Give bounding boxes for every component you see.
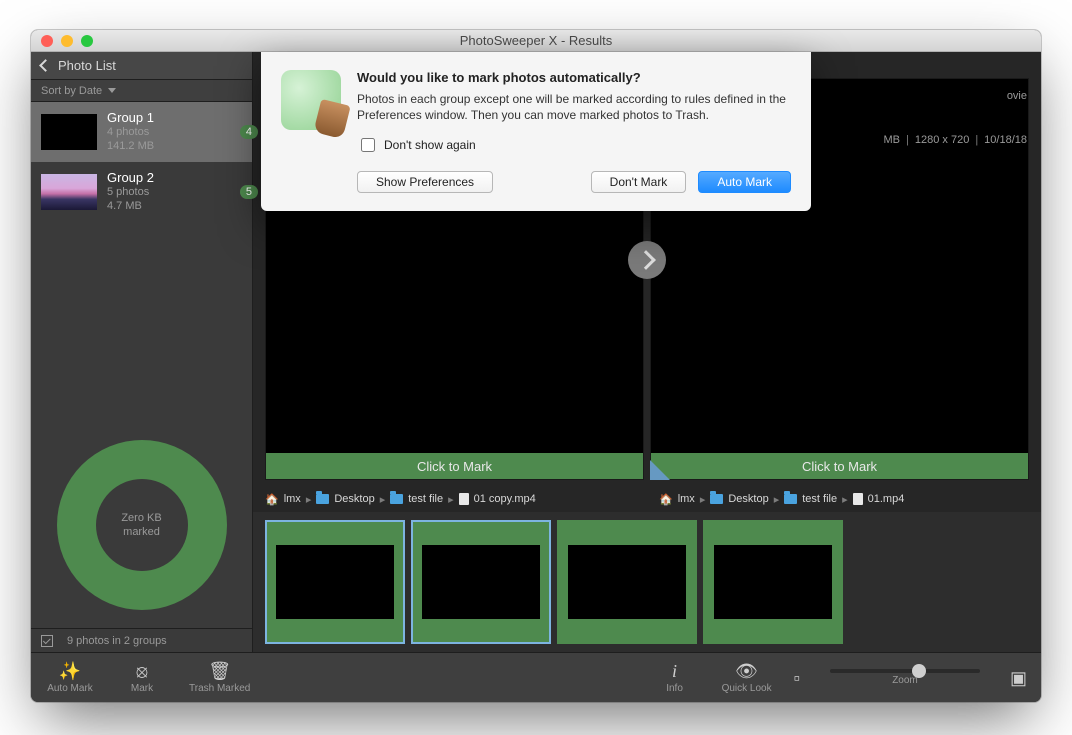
group-size: 141.2 MB xyxy=(107,140,154,154)
thumbnail[interactable] xyxy=(411,520,551,644)
dialog-message: Photos in each group except one will be … xyxy=(357,91,791,123)
mark-icon: ⦻ xyxy=(136,661,148,681)
folder-icon xyxy=(784,494,797,504)
separator-icon: ▸ xyxy=(700,493,706,506)
auto-mark-dialog: Would you like to mark photos automatica… xyxy=(261,52,811,211)
meta-dimensions: 1280 x 720 xyxy=(915,134,969,146)
path-seg: Desktop xyxy=(334,493,374,505)
group-size: 4.7 MB xyxy=(107,200,154,214)
separator-icon: ▸ xyxy=(380,493,386,506)
path-left[interactable]: 🏠 lmx ▸ Desktop ▸ test file ▸ 01 copy.mp… xyxy=(253,486,647,512)
thumbnail[interactable] xyxy=(557,520,697,644)
marked-size-donut: Zero KB marked xyxy=(57,440,227,610)
chevron-down-icon xyxy=(108,88,116,93)
app-window: PhotoSweeper X - Results Photo List Sort… xyxy=(31,30,1041,702)
sidebar: Photo List Sort by Date Group 1 4 photos… xyxy=(31,52,253,652)
separator-icon: ▸ xyxy=(842,493,848,506)
auto-mark-button[interactable]: ✨ Auto Mark xyxy=(45,661,95,694)
group-thumbnail xyxy=(41,114,97,150)
separator-icon: ▸ xyxy=(306,493,312,506)
path-seg: test file xyxy=(408,493,443,505)
quick-look-button[interactable]: 👁 Quick Look xyxy=(722,661,772,694)
window-title: PhotoSweeper X - Results xyxy=(31,33,1041,48)
folder-icon xyxy=(710,494,723,504)
folder-icon xyxy=(390,494,403,504)
info-button[interactable]: i Info xyxy=(650,661,700,694)
path-file: 01.mp4 xyxy=(868,493,905,505)
dont-show-again-checkbox[interactable]: Don't show again xyxy=(357,135,791,155)
donut-line2: marked xyxy=(123,525,160,539)
home-icon: 🏠 xyxy=(659,493,673,506)
path-seg: Desktop xyxy=(728,493,768,505)
group-title: Group 2 xyxy=(107,170,154,186)
checkbox-input[interactable] xyxy=(361,138,375,152)
item-meta-visible: ovie xyxy=(1007,90,1027,102)
eye-icon: 👁 xyxy=(735,661,758,681)
checkbox-label: Don't show again xyxy=(384,138,476,152)
item-meta-visible: MB | 1280 x 720 | 10/18/18 xyxy=(884,134,1027,146)
path-file: 01 copy.mp4 xyxy=(474,493,536,505)
zoom-slider[interactable] xyxy=(830,669,980,673)
next-pair-button[interactable] xyxy=(628,241,666,279)
sidebar-back-label: Photo List xyxy=(58,58,116,73)
separator-icon: ▸ xyxy=(448,493,454,506)
file-icon xyxy=(459,493,469,505)
footer-summary: 9 photos in 2 groups xyxy=(67,635,167,647)
trash-marked-button[interactable]: 🗑 Trash Marked xyxy=(189,661,250,694)
trash-icon: 🗑 xyxy=(208,661,231,681)
path-right[interactable]: 🏠 lmx ▸ Desktop ▸ test file ▸ 01.mp4 xyxy=(647,486,1041,512)
thumbnail[interactable] xyxy=(703,520,843,644)
donut-line1: Zero KB xyxy=(121,511,161,525)
path-user: lmx xyxy=(284,493,301,505)
zoom-in-icon[interactable]: ▣ xyxy=(1010,668,1027,688)
group-row[interactable]: Group 1 4 photos 141.2 MB 4 xyxy=(31,102,252,162)
mark-button[interactable]: ⦻ Mark xyxy=(117,661,167,694)
sort-label: Sort by Date xyxy=(41,85,102,97)
show-preferences-button[interactable]: Show Preferences xyxy=(357,171,493,193)
folder-icon xyxy=(316,494,329,504)
toolbar-label: Auto Mark xyxy=(47,683,93,694)
sidebar-back[interactable]: Photo List xyxy=(31,52,252,80)
meta-kind-fragment: ovie xyxy=(1007,90,1027,102)
meta-size-fragment: MB xyxy=(884,134,901,146)
titlebar: PhotoSweeper X - Results xyxy=(31,30,1041,52)
path-bar: 🏠 lmx ▸ Desktop ▸ test file ▸ 01 copy.mp… xyxy=(253,486,1041,512)
bottom-toolbar: ✨ Auto Mark ⦻ Mark 🗑 Trash Marked i Info… xyxy=(31,652,1041,702)
file-icon xyxy=(853,493,863,505)
mark-button-right[interactable]: Click to Mark xyxy=(651,453,1028,479)
group-title: Group 1 xyxy=(107,110,154,126)
group-count: 4 photos xyxy=(107,126,154,140)
info-icon: i xyxy=(672,661,677,681)
auto-mark-confirm-button[interactable]: Auto Mark xyxy=(698,171,791,193)
toolbar-label: Mark xyxy=(131,683,153,694)
thumbnail-strip xyxy=(253,512,1041,652)
path-user: lmx xyxy=(678,493,695,505)
chevron-left-icon xyxy=(39,59,52,72)
home-icon: 🏠 xyxy=(265,493,279,506)
wand-icon: ✨ xyxy=(59,661,81,681)
toolbar-label: Quick Look xyxy=(722,683,772,694)
group-thumbnail xyxy=(41,174,97,210)
app-icon xyxy=(281,70,341,130)
dont-mark-button[interactable]: Don't Mark xyxy=(591,171,687,193)
thumbnail[interactable] xyxy=(265,520,405,644)
separator-icon: ▸ xyxy=(774,493,780,506)
toolbar-label: Info xyxy=(666,683,683,694)
path-seg: test file xyxy=(802,493,837,505)
meta-date: 10/18/18 xyxy=(984,134,1027,146)
expand-icon[interactable] xyxy=(41,635,53,647)
toolbar-label: Trash Marked xyxy=(189,683,250,694)
corner-fold-icon xyxy=(650,460,670,480)
sidebar-footer: 9 photos in 2 groups xyxy=(31,628,252,652)
dialog-title: Would you like to mark photos automatica… xyxy=(357,70,791,85)
mark-button-left[interactable]: Click to Mark xyxy=(266,453,643,479)
sidebar-sort[interactable]: Sort by Date xyxy=(31,80,252,102)
group-count: 5 photos xyxy=(107,186,154,200)
group-row[interactable]: Group 2 5 photos 4.7 MB 5 xyxy=(31,162,252,222)
zoom-out-icon[interactable]: ▫ xyxy=(794,668,800,688)
